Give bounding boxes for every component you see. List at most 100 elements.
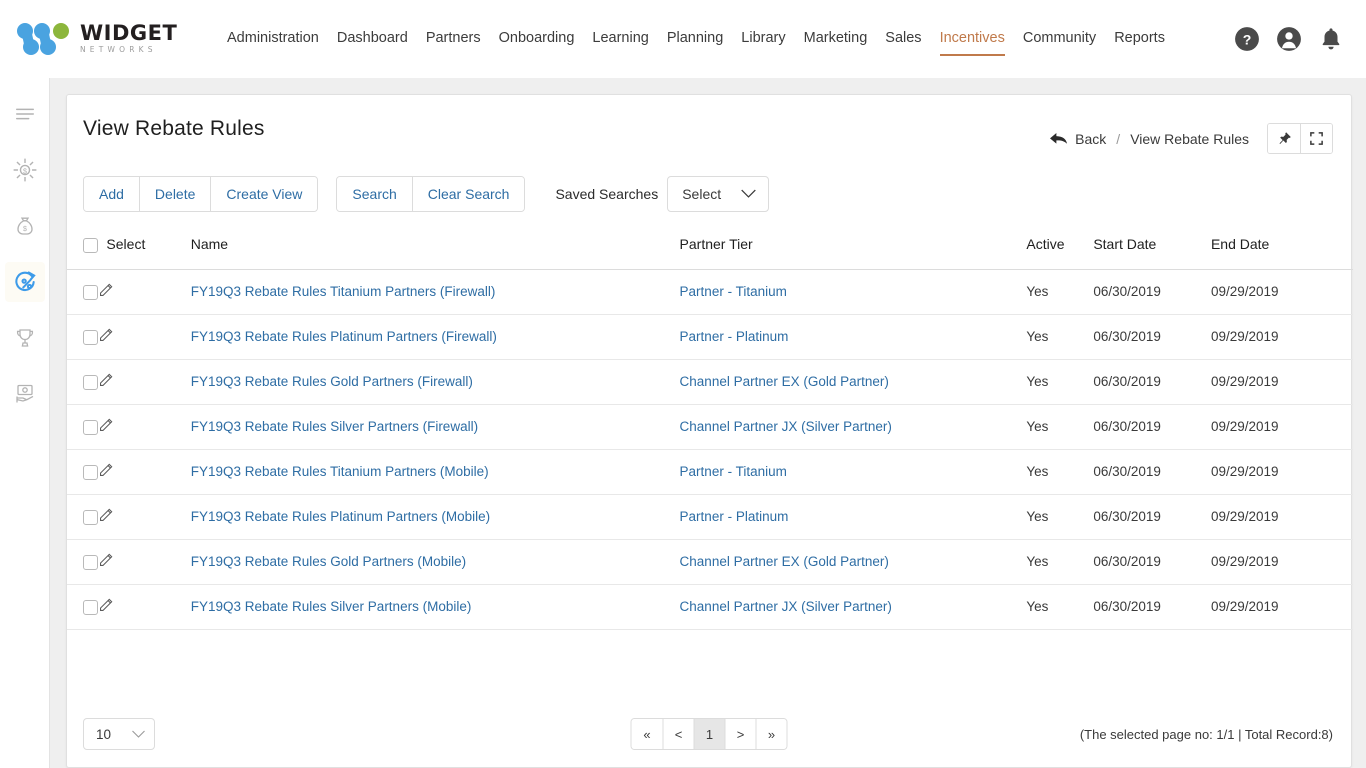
row-name-link[interactable]: FY19Q3 Rebate Rules Titanium Partners (M… (191, 464, 489, 479)
pencil-edit-icon[interactable] (97, 372, 114, 392)
row-checkbox[interactable] (83, 420, 98, 435)
page-size-select[interactable]: 10 (83, 718, 155, 750)
back-arrow-icon (1050, 132, 1067, 146)
svg-text:$: $ (23, 226, 27, 233)
nav-item-reports[interactable]: Reports (1105, 0, 1174, 78)
row-name-link[interactable]: FY19Q3 Rebate Rules Gold Partners (Mobil… (191, 554, 466, 569)
row-name-link[interactable]: FY19Q3 Rebate Rules Silver Partners (Fir… (191, 419, 478, 434)
row-partner-tier-link[interactable]: Partner - Titanium (680, 464, 787, 479)
row-end-date: 09/29/2019 (1211, 359, 1353, 404)
sidebar-item-rebate-percent[interactable] (5, 262, 45, 302)
top-bar-icons: ? (1234, 26, 1344, 52)
nav-item-library[interactable]: Library (732, 0, 794, 78)
row-select-cell (67, 584, 97, 629)
pagination-button-1[interactable]: < (663, 719, 694, 749)
pagination-button-3[interactable]: > (725, 719, 756, 749)
card-header: View Rebate Rules Back / View Rebate Rul… (67, 95, 1351, 154)
row-checkbox[interactable] (83, 600, 98, 615)
row-partner-tier-link[interactable]: Partner - Titanium (680, 284, 787, 299)
pagination-button-4[interactable]: » (756, 719, 787, 749)
row-checkbox[interactable] (83, 330, 98, 345)
create-view-button[interactable]: Create View (210, 177, 317, 211)
rebate-rules-table: Select Name Partner Tier Active Start Da… (67, 228, 1353, 630)
row-partner-tier-link[interactable]: Channel Partner EX (Gold Partner) (680, 374, 889, 389)
pencil-edit-icon[interactable] (97, 597, 114, 617)
pencil-edit-icon[interactable] (97, 552, 114, 572)
add-button[interactable]: Add (84, 177, 139, 211)
pagination-button-2[interactable]: 1 (694, 719, 725, 749)
row-name-link[interactable]: FY19Q3 Rebate Rules Platinum Partners (F… (191, 329, 497, 344)
row-checkbox[interactable] (83, 285, 98, 300)
row-checkbox[interactable] (83, 510, 98, 525)
row-active: Yes (1026, 269, 1093, 314)
nav-item-community[interactable]: Community (1014, 0, 1105, 78)
row-partner-tier-link[interactable]: Partner - Platinum (680, 329, 789, 344)
header-active[interactable]: Active (1026, 228, 1093, 269)
brand-name: WIDGET (80, 23, 177, 43)
sidebar-item-money-bag[interactable]: $ (5, 206, 45, 246)
row-checkbox[interactable] (83, 375, 98, 390)
nav-item-sales[interactable]: Sales (876, 0, 930, 78)
pencil-edit-icon[interactable] (97, 417, 114, 437)
select-all-checkbox[interactable] (83, 238, 98, 253)
nav-item-dashboard[interactable]: Dashboard (328, 0, 417, 78)
delete-button[interactable]: Delete (139, 177, 210, 211)
row-end-date: 09/29/2019 (1211, 404, 1353, 449)
header-start-date[interactable]: Start Date (1093, 228, 1211, 269)
header-partner-tier[interactable]: Partner Tier (680, 228, 1027, 269)
nav-item-marketing[interactable]: Marketing (795, 0, 877, 78)
pencil-edit-icon[interactable] (97, 507, 114, 527)
sidebar-item-payout-hand[interactable] (5, 374, 45, 414)
row-active: Yes (1026, 359, 1093, 404)
row-partner-tier-link[interactable]: Partner - Platinum (680, 509, 789, 524)
row-start-date: 06/30/2019 (1093, 449, 1211, 494)
row-active: Yes (1026, 314, 1093, 359)
row-partner-tier-link[interactable]: Channel Partner JX (Silver Partner) (680, 419, 892, 434)
nav-item-onboarding[interactable]: Onboarding (490, 0, 584, 78)
row-partner-tier-link[interactable]: Channel Partner JX (Silver Partner) (680, 599, 892, 614)
clear-search-button[interactable]: Clear Search (412, 177, 525, 211)
help-icon[interactable]: ? (1234, 26, 1260, 52)
row-name-link[interactable]: FY19Q3 Rebate Rules Titanium Partners (F… (191, 284, 496, 299)
nav-item-administration[interactable]: Administration (218, 0, 328, 78)
sidebar-item-network-hub[interactable]: $ (5, 150, 45, 190)
sidebar-item-trophy[interactable] (5, 318, 45, 358)
notification-bell-icon[interactable] (1318, 26, 1344, 52)
back-button[interactable]: Back (1050, 131, 1106, 147)
table-header-row: Select Name Partner Tier Active Start Da… (67, 228, 1353, 269)
row-checkbox[interactable] (83, 465, 98, 480)
row-end-date: 09/29/2019 (1211, 494, 1353, 539)
nav-item-learning[interactable]: Learning (583, 0, 657, 78)
pencil-edit-icon[interactable] (97, 327, 114, 347)
pin-icon[interactable] (1268, 124, 1300, 153)
row-start-date: 06/30/2019 (1093, 314, 1211, 359)
pencil-edit-icon[interactable] (97, 462, 114, 482)
top-bar: WIDGET NETWORKS AdministrationDashboardP… (0, 0, 1366, 78)
row-name-link[interactable]: FY19Q3 Rebate Rules Platinum Partners (M… (191, 509, 490, 524)
nav-item-partners[interactable]: Partners (417, 0, 490, 78)
fullscreen-icon[interactable] (1300, 124, 1332, 153)
row-checkbox[interactable] (83, 555, 98, 570)
row-end-date: 09/29/2019 (1211, 539, 1353, 584)
sidebar-item-hamburger-menu[interactable] (5, 94, 45, 134)
main-navigation: AdministrationDashboardPartnersOnboardin… (218, 0, 1174, 78)
header-end-date[interactable]: End Date (1211, 228, 1353, 269)
header-name[interactable]: Name (191, 228, 680, 269)
row-start-date: 06/30/2019 (1093, 494, 1211, 539)
row-start-date: 06/30/2019 (1093, 359, 1211, 404)
nav-item-planning[interactable]: Planning (658, 0, 732, 78)
pagination-button-0[interactable]: « (632, 719, 663, 749)
search-button[interactable]: Search (337, 177, 411, 211)
user-avatar-icon[interactable] (1276, 26, 1302, 52)
row-partner-tier-link[interactable]: Channel Partner EX (Gold Partner) (680, 554, 889, 569)
row-name-link[interactable]: FY19Q3 Rebate Rules Silver Partners (Mob… (191, 599, 472, 614)
back-label: Back (1075, 131, 1106, 147)
saved-searches-value: Select (682, 186, 721, 202)
saved-searches-select[interactable]: Select (667, 176, 769, 212)
row-name-link[interactable]: FY19Q3 Rebate Rules Gold Partners (Firew… (191, 374, 473, 389)
row-select-cell (67, 314, 97, 359)
pencil-edit-icon[interactable] (97, 282, 114, 302)
brand-logo[interactable]: WIDGET NETWORKS (16, 22, 186, 56)
row-start-date: 06/30/2019 (1093, 269, 1211, 314)
nav-item-incentives[interactable]: Incentives (931, 0, 1014, 78)
